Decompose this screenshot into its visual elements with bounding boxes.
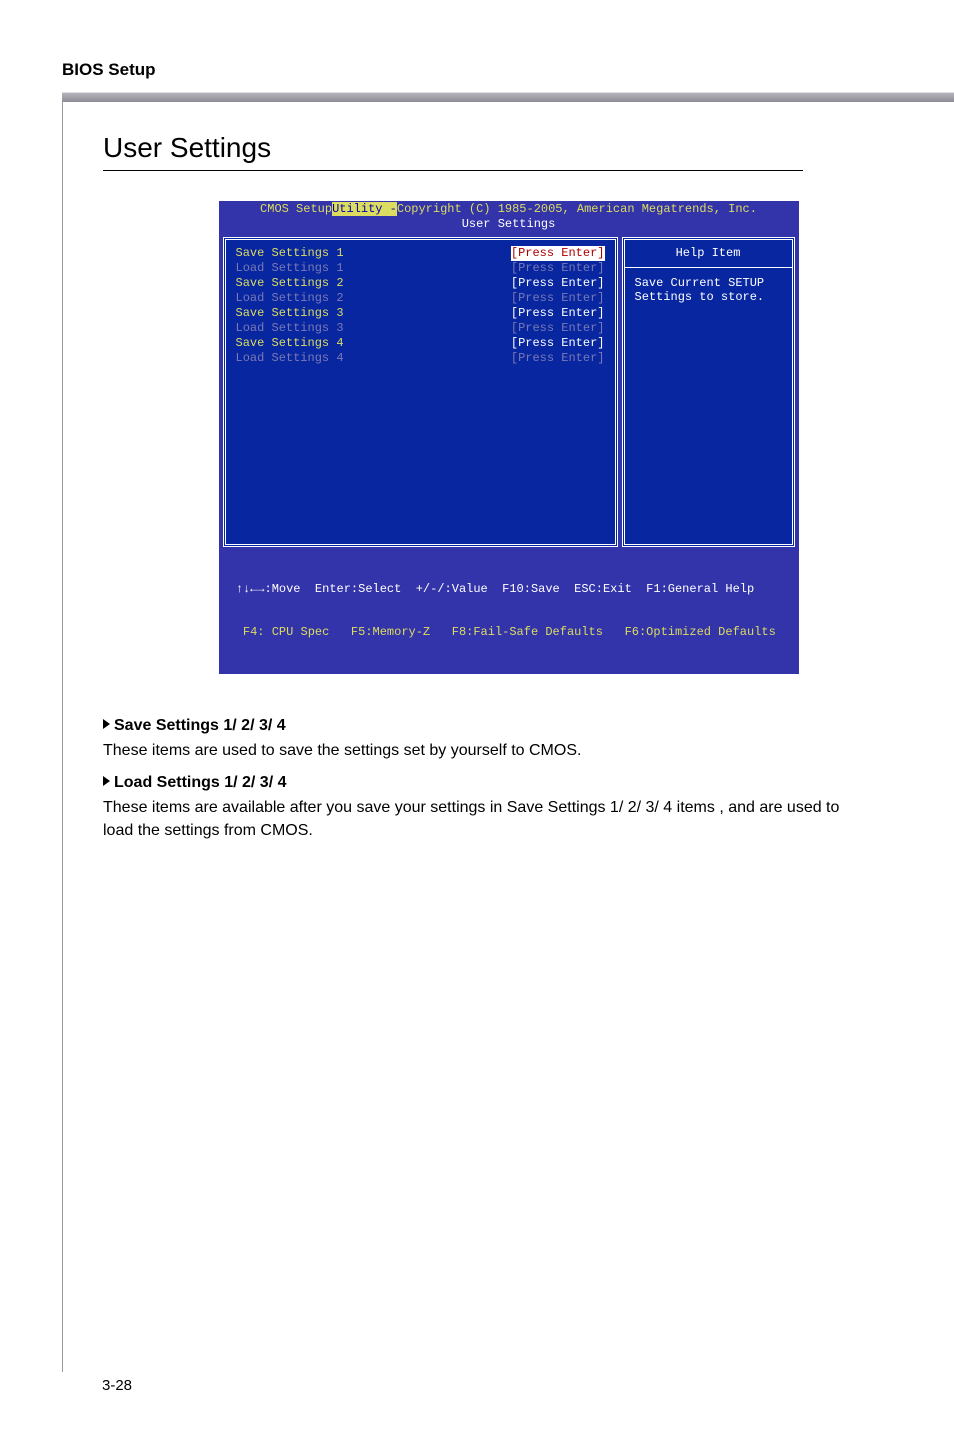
heading-text: Load Settings 1/ 2/ 3/ 4	[114, 774, 287, 791]
doc-header: BIOS Setup	[62, 60, 156, 80]
paragraph-load: These items are available after you save…	[103, 796, 843, 842]
bios-title-right: Copyright (C) 1985-2005, American Megatr…	[397, 202, 757, 216]
menu-item-load-1[interactable]: Load Settings 1 [Press Enter]	[236, 261, 605, 276]
triangle-bullet-icon	[103, 776, 110, 786]
bios-body: Save Settings 1 [Press Enter] Load Setti…	[219, 233, 799, 551]
menu-label: Save Settings 2	[236, 276, 344, 291]
menu-value: [Press Enter]	[511, 336, 605, 351]
menu-value: [Press Enter]	[511, 246, 605, 261]
bios-window: CMOS Setup Utility - Copyright (C) 1985-…	[219, 201, 799, 674]
bios-main-pane: Save Settings 1 [Press Enter] Load Setti…	[223, 237, 618, 547]
menu-value: [Press Enter]	[511, 261, 605, 276]
help-line-1: Save Current SETUP	[635, 276, 782, 290]
content-frame: User Settings CMOS Setup Utility - Copyr…	[62, 102, 954, 1372]
menu-item-save-2[interactable]: Save Settings 2 [Press Enter]	[236, 276, 605, 291]
menu-value: [Press Enter]	[511, 321, 605, 336]
bios-title-bar: CMOS Setup Utility - Copyright (C) 1985-…	[219, 201, 799, 217]
menu-label: Save Settings 3	[236, 306, 344, 321]
header-rule	[62, 92, 954, 102]
help-body: Save Current SETUP Settings to store.	[635, 276, 782, 305]
menu-item-load-3[interactable]: Load Settings 3 [Press Enter]	[236, 321, 605, 336]
menu-value: [Press Enter]	[511, 306, 605, 321]
section-title: User Settings	[103, 132, 803, 171]
help-title: Help Item	[635, 246, 782, 261]
heading-save-settings: Save Settings 1/ 2/ 3/ 4	[103, 714, 843, 737]
triangle-bullet-icon	[103, 719, 110, 729]
page-number: 3-28	[102, 1377, 132, 1394]
paragraph-save: These items are used to save the setting…	[103, 739, 843, 762]
body-text: Save Settings 1/ 2/ 3/ 4 These items are…	[103, 714, 843, 842]
menu-item-save-3[interactable]: Save Settings 3 [Press Enter]	[236, 306, 605, 321]
menu-item-save-1[interactable]: Save Settings 1 [Press Enter]	[236, 246, 605, 261]
bios-help-pane: Help Item Save Current SETUP Settings to…	[622, 237, 795, 547]
menu-item-load-2[interactable]: Load Settings 2 [Press Enter]	[236, 291, 605, 306]
menu-value: [Press Enter]	[511, 276, 605, 291]
menu-item-load-4[interactable]: Load Settings 4 [Press Enter]	[236, 351, 605, 366]
menu-label: Save Settings 1	[236, 246, 344, 261]
menu-label: Load Settings 3	[236, 321, 344, 336]
menu-item-save-4[interactable]: Save Settings 4 [Press Enter]	[236, 336, 605, 351]
footer-line-2: F4: CPU Spec F5:Memory-Z F8:Fail-Safe De…	[229, 625, 789, 639]
menu-label: Load Settings 1	[236, 261, 344, 276]
menu-label: Load Settings 2	[236, 291, 344, 306]
bios-subtitle: User Settings	[219, 217, 799, 233]
bios-footer: ↑↓←→:Move Enter:Select +/-/:Value F10:Sa…	[219, 551, 799, 674]
bios-title-left: CMOS Setup	[260, 202, 332, 216]
menu-label: Save Settings 4	[236, 336, 344, 351]
footer-line-1: ↑↓←→:Move Enter:Select +/-/:Value F10:Sa…	[229, 582, 789, 596]
help-divider	[625, 267, 792, 268]
help-line-2: Settings to store.	[635, 290, 782, 304]
heading-text: Save Settings 1/ 2/ 3/ 4	[114, 717, 286, 734]
heading-load-settings: Load Settings 1/ 2/ 3/ 4	[103, 771, 843, 794]
menu-value: [Press Enter]	[511, 291, 605, 306]
bios-title-inverse: Utility -	[332, 202, 397, 216]
page: BIOS Setup User Settings CMOS Setup Util…	[0, 0, 954, 1432]
menu-label: Load Settings 4	[236, 351, 344, 366]
menu-value: [Press Enter]	[511, 351, 605, 366]
